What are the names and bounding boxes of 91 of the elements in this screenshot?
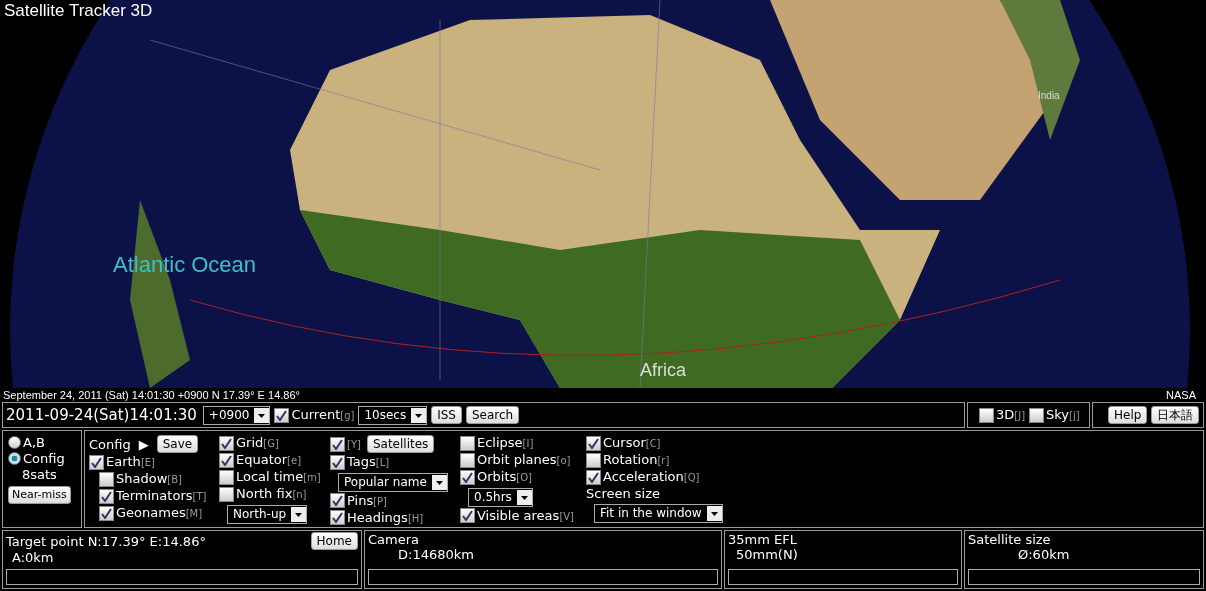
- toolbar-button[interactable]: ISS: [431, 406, 462, 424]
- checkbox-label: 3D[J]: [996, 407, 1026, 423]
- app-title: Satellite Tracker 3D: [4, 1, 153, 21]
- radio-label: A,B: [23, 435, 45, 450]
- checkbox[interactable]: [330, 510, 345, 525]
- checkbox[interactable]: [99, 488, 114, 504]
- checkbox-label: Orbit planes[o]: [477, 452, 571, 468]
- toolbar-button[interactable]: 日本語: [1151, 406, 1200, 424]
- satellite-count: 8sats: [22, 467, 57, 482]
- checkbox-label: Grid[G]: [236, 435, 279, 451]
- section-label: Screen size: [586, 486, 661, 501]
- save-button[interactable]: Save: [156, 435, 199, 453]
- toolbar-button[interactable]: Help: [1108, 406, 1148, 424]
- caret-icon: [411, 407, 427, 423]
- radio-button[interactable]: [8, 436, 21, 449]
- input-field[interactable]: [728, 569, 958, 585]
- checkbox-label: Acceleration[Q]: [603, 469, 700, 485]
- caret-icon: [516, 489, 532, 505]
- config-label: Config: [89, 436, 131, 452]
- info-title: 35mm EFL: [728, 532, 797, 547]
- input-field[interactable]: [968, 569, 1200, 585]
- key-hint: [Y]: [347, 438, 361, 450]
- info-title: Camera: [368, 532, 420, 547]
- dropdown[interactable]: +0900: [202, 405, 271, 425]
- caret-icon: [431, 474, 447, 490]
- checkbox-label: Terminators[T]: [116, 488, 207, 504]
- checkbox[interactable]: [219, 435, 234, 451]
- info-value: Ø:60km: [1018, 547, 1071, 562]
- checkbox[interactable]: [274, 407, 290, 423]
- checkbox[interactable]: [586, 469, 601, 485]
- satellites-button[interactable]: Satellites: [366, 435, 435, 453]
- checkbox-label: Headings[H]: [347, 509, 424, 526]
- checkbox-label: Eclipse[I]: [477, 435, 534, 451]
- checkbox-label: Local time[m]: [236, 469, 321, 485]
- map-label: Africa: [640, 360, 686, 381]
- dropdown[interactable]: 0.5hrs: [468, 487, 533, 507]
- status-text: September 24, 2011 (Sat) 14:01:30 +0900 N 17.39° E 14.86°: [3, 389, 300, 401]
- dropdown[interactable]: Popular name: [338, 472, 448, 492]
- checkbox[interactable]: [219, 452, 234, 468]
- dropdown[interactable]: North-up: [227, 504, 308, 524]
- near-miss-button[interactable]: Near-miss: [8, 486, 71, 504]
- radio-label: Config: [23, 451, 65, 466]
- checkbox[interactable]: [219, 469, 234, 485]
- checkbox-label: Cursor[C]: [603, 435, 661, 451]
- info-title: Target point N:17.39° E:14.86°: [6, 533, 206, 549]
- checkbox[interactable]: [586, 435, 601, 451]
- caret-icon: [291, 506, 307, 522]
- checkbox[interactable]: [460, 435, 475, 451]
- checkbox[interactable]: [460, 469, 475, 485]
- checkbox-label: Orbits[O]: [477, 469, 532, 485]
- source-credit: NASA: [1166, 389, 1196, 401]
- checkbox[interactable]: [99, 471, 114, 487]
- dropdown[interactable]: Fit in the window: [594, 503, 723, 523]
- info-value: A:0km: [12, 550, 55, 565]
- caret-icon: [706, 505, 722, 521]
- checkbox[interactable]: [460, 508, 475, 523]
- info-value: D:14680km: [398, 547, 475, 562]
- checkbox[interactable]: [219, 486, 234, 502]
- checkbox-label: Shadow[B]: [116, 471, 182, 487]
- checkbox-label: Equator[e]: [236, 452, 302, 468]
- map-label: India: [1038, 90, 1060, 101]
- checkbox[interactable]: [330, 493, 345, 508]
- checkbox-label: Current[g]: [291, 407, 355, 423]
- checkbox-label: North fix[n]: [236, 486, 307, 502]
- info-title: Satellite size: [968, 532, 1051, 547]
- checkbox-label: Rotation[r]: [603, 452, 670, 468]
- checkbox[interactable]: [979, 407, 994, 423]
- radio-button[interactable]: [8, 452, 21, 465]
- checkbox-label: Pins[P]: [347, 492, 388, 509]
- input-field[interactable]: [368, 569, 718, 585]
- checkbox[interactable]: [460, 452, 475, 468]
- checkbox[interactable]: [99, 505, 114, 521]
- checkbox[interactable]: [330, 436, 345, 452]
- input-field[interactable]: [6, 569, 358, 585]
- dropdown[interactable]: 10secs: [358, 405, 428, 425]
- play-arrow: ▶: [138, 436, 149, 452]
- checkbox-label: Sky[j]: [1046, 407, 1080, 423]
- checkbox-label: Earth[E]: [106, 454, 155, 470]
- checkbox[interactable]: [586, 452, 601, 468]
- checkbox-label: Tags[L]: [347, 454, 390, 470]
- checkbox-label: Geonames[M]: [116, 505, 203, 521]
- checkbox[interactable]: [1029, 407, 1045, 423]
- map-label: Atlantic Ocean: [113, 252, 257, 278]
- info-value: 50mm(N): [736, 547, 799, 562]
- checkbox[interactable]: [330, 454, 345, 470]
- checkbox[interactable]: [89, 454, 104, 470]
- home-button[interactable]: Home: [310, 532, 358, 550]
- toolbar-button[interactable]: Search: [465, 406, 520, 424]
- caret-icon: [254, 407, 270, 423]
- checkbox-label: Visible areas[V]: [477, 507, 575, 524]
- datetime-text: 2011-09-24(Sat)14:01:30: [6, 406, 197, 424]
